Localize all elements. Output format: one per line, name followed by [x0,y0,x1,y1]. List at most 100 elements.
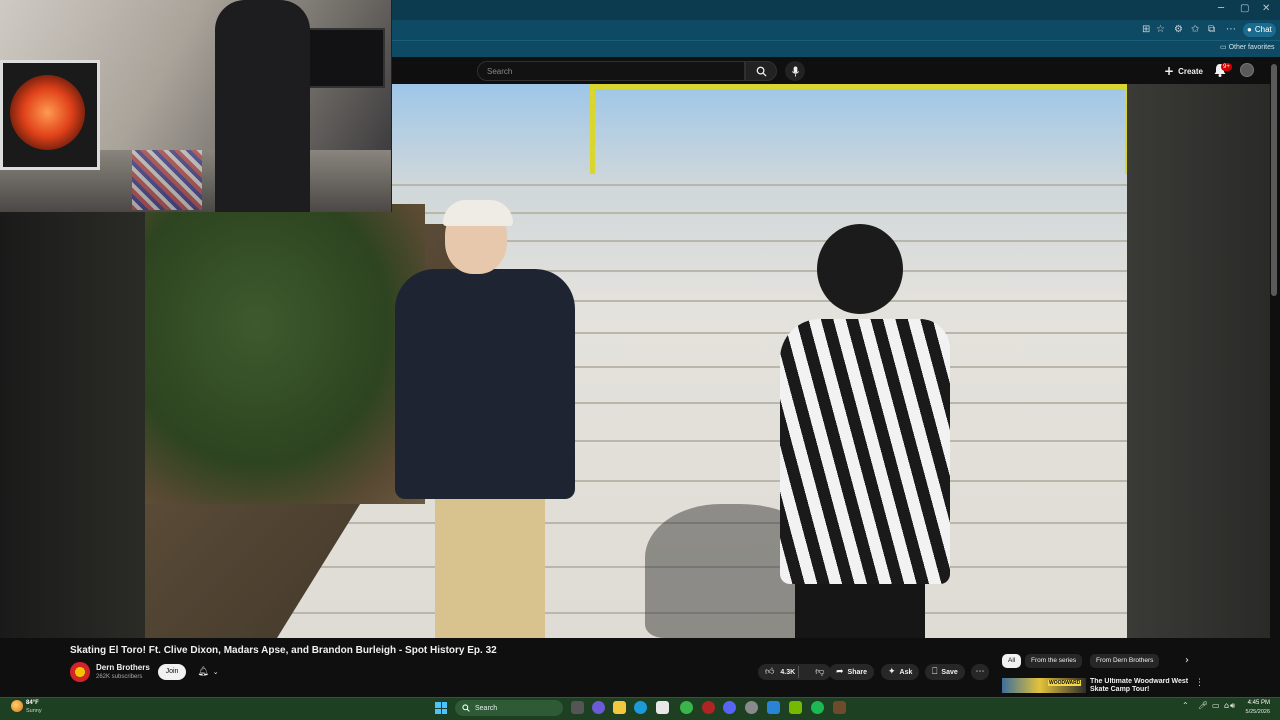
file-explorer-icon[interactable] [613,701,626,714]
task-view-icon[interactable] [571,701,584,714]
ask-label: Ask [899,668,913,676]
taskbar-search-label: Search [475,704,498,712]
person-right-pants [795,579,925,638]
yellow-railing [590,84,1127,174]
copilot-label: Chat [1254,25,1272,34]
like-divider [798,666,799,678]
person-left-pants [435,489,545,638]
other-favorites-link[interactable]: ▭ Other favorites [1220,43,1274,51]
maximize-button[interactable]: ▢ [1240,3,1249,14]
share-label: Share [847,668,868,676]
weather-sun-icon[interactable] [11,700,23,712]
display-tray-icon[interactable]: ▭ [1212,701,1220,710]
weather-condition: Sunny [26,708,42,714]
join-button[interactable]: Join [158,664,186,680]
like-dislike-group[interactable]: 👍︎ 4.3K 👎︎ [758,664,832,680]
microphone-icon [791,65,799,77]
thumbnail-text: WOODWARD [1048,680,1082,686]
subscriber-count: 262K subscribers [96,674,143,680]
edge-icon[interactable] [634,701,647,714]
bushes [145,204,425,504]
nvidia-icon[interactable] [789,701,802,714]
search-icon [462,704,470,712]
share-icon: ➦ [836,667,844,677]
spotify-icon[interactable] [811,701,824,714]
settings-more-icon[interactable]: ⋯ [1226,24,1236,35]
chevron-right-icon[interactable]: › [1185,655,1189,666]
tray-overflow-chevron-icon[interactable]: ⌃ [1182,701,1189,710]
video-title: Skating El Toro! Ft. Clive Dixon, Madars… [70,645,497,656]
search-input[interactable]: Search [477,61,745,81]
bookmark-icon: ⎕ [932,667,938,677]
discord-icon[interactable] [723,701,736,714]
webcam-stickers [132,150,202,210]
account-avatar[interactable] [1240,63,1254,77]
notification-badge: 9+ [1221,63,1232,71]
sparkle-icon: ✦ [888,667,896,677]
channel-avatar[interactable] [70,662,90,682]
app-blue-icon[interactable] [767,701,780,714]
split-screen-icon[interactable]: ⊞ [1142,24,1150,35]
webcam-overlay [0,0,392,212]
channel-name[interactable]: Dern Brothers [96,663,150,672]
subscribe-bell-button[interactable]: 🔔︎ ⌄ [192,664,224,680]
webcam-person [215,0,310,212]
create-label: Create [1178,66,1203,76]
like-count: 4.3K [780,668,796,676]
weather-temperature[interactable]: 84°F [26,700,39,706]
favorites-icon[interactable]: ✩ [1191,24,1199,35]
thumbs-up-icon[interactable]: 👍︎ [765,667,774,677]
more-vertical-icon[interactable]: ⋮ [1195,678,1204,688]
video-pillarbox-right [1127,84,1270,638]
favorite-star-icon[interactable]: ☆ [1156,24,1165,35]
ask-button[interactable]: ✦ Ask [881,664,920,680]
create-button[interactable]: + Create [1158,62,1209,80]
microphone-tray-icon[interactable]: 🎤︎ [1198,701,1208,710]
store-icon[interactable] [656,701,669,714]
plus-icon: + [1164,64,1175,78]
chip-from-dern-brothers[interactable]: From Dern Brothers [1090,654,1160,668]
person-right-beanie [817,224,903,314]
folder-icon: ▭ [1220,44,1229,51]
taskbar-search[interactable]: Search [455,700,563,716]
bell-icon: 🔔︎ [197,667,209,677]
taskbar-clock-time[interactable]: 4:45 PM [1242,700,1270,706]
taskbar-clock-date[interactable]: 5/25/2026 [1238,709,1270,715]
collections-icon[interactable]: ⧉ [1208,24,1215,35]
webcam-pc-fan-glow [10,75,85,150]
share-button[interactable]: ➦ Share [829,664,875,680]
close-window-button[interactable]: ✕ [1262,3,1270,14]
bookmarks-bar [392,40,1280,57]
app-red-icon[interactable] [702,701,715,714]
search-button[interactable] [745,61,777,81]
other-favorites-label: Other favorites [1228,44,1275,51]
settings-icon[interactable] [745,701,758,714]
network-icon[interactable]: ⌂ [1224,701,1229,710]
more-actions-button[interactable]: ⋯ [971,664,989,680]
windows-start-icon[interactable] [435,702,447,714]
copilot-button[interactable]: ● Chat [1243,23,1276,37]
person-left-sweater [395,269,575,499]
minimize-button[interactable]: ─ [1218,3,1224,14]
more-horizontal-icon: ⋯ [975,667,985,677]
person-left-cap [443,200,513,226]
chip-from-the-series[interactable]: From the series [1025,654,1083,668]
thumbs-down-icon[interactable]: 👎︎ [815,667,824,677]
chip-all[interactable]: All [1002,654,1022,668]
save-button[interactable]: ⎕ Save [925,664,965,680]
search-icon [756,66,767,77]
copilot-app-icon[interactable] [592,701,605,714]
xbox-icon[interactable] [680,701,693,714]
volume-icon[interactable]: 🔊︎ [1230,701,1235,711]
save-label: Save [941,668,958,676]
voice-search-button[interactable] [785,61,805,81]
recommended-video-title[interactable]: The Ultimate Woodward West Skate Camp To… [1090,678,1190,693]
person-right-striped-jacket [780,319,950,584]
chevron-down-icon: ⌄ [212,668,219,676]
extensions-icon[interactable]: ⚙ [1174,24,1183,35]
copilot-icon: ● [1247,25,1252,34]
webcam-monitor [305,28,385,88]
browser-tab-bar [392,0,1280,20]
app-brown-icon[interactable] [833,701,846,714]
page-scrollbar[interactable] [1271,64,1277,296]
